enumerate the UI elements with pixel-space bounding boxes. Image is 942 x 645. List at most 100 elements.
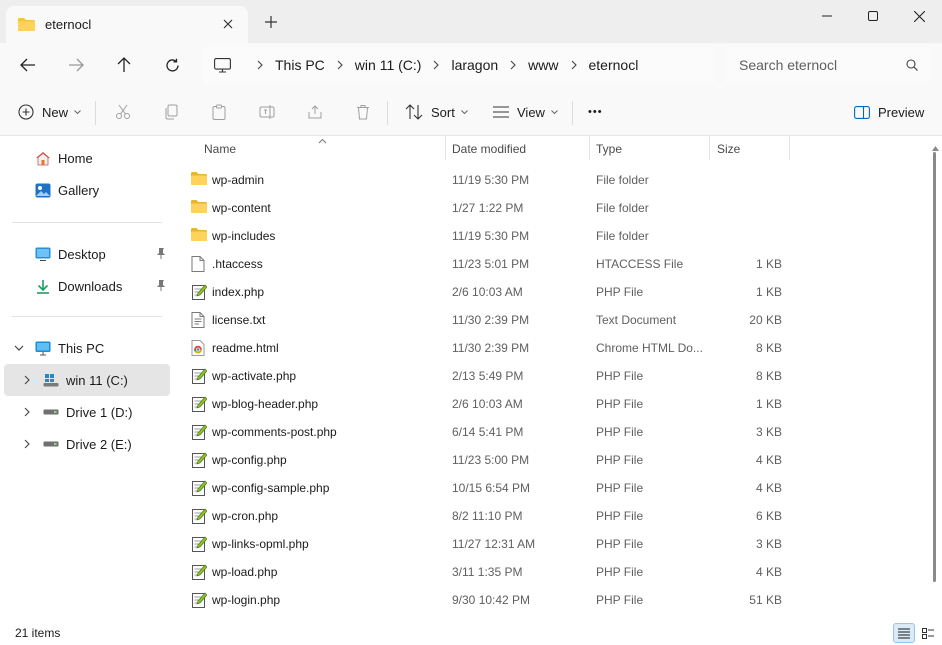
copy-icon[interactable] bbox=[163, 99, 179, 125]
breadcrumb-www[interactable]: www bbox=[528, 57, 558, 73]
file-date-modified: 9/30 10:42 PM bbox=[452, 593, 531, 607]
file-row[interactable]: license.txt 11/30 2:39 PM Text Document 20 … bbox=[186, 306, 786, 334]
sidebar-item-home[interactable]: Home bbox=[4, 142, 170, 174]
file-date-modified: 11/19 5:30 PM bbox=[452, 173, 530, 187]
file-name: readme.html bbox=[212, 341, 279, 355]
preview-pane-icon bbox=[854, 105, 870, 119]
refresh-icon[interactable] bbox=[160, 54, 184, 76]
chevron-right-icon[interactable] bbox=[20, 437, 34, 451]
file-row[interactable]: wp-login.php 9/30 10:42 PM PHP File 51 KB bbox=[186, 586, 786, 614]
file-row[interactable]: wp-includes 11/19 5:30 PM File folder bbox=[186, 222, 786, 250]
file-size: 4 KB bbox=[755, 481, 782, 495]
breadcrumb-eternocl[interactable]: eternocl bbox=[589, 57, 639, 73]
address-bar[interactable]: This PC win 11 (C:) laragon www eternocl bbox=[202, 47, 716, 83]
sidebar-item-gallery[interactable]: Gallery bbox=[4, 174, 170, 206]
file-row[interactable]: wp-links-opml.php 11/27 12:31 AM PHP File 3… bbox=[186, 530, 786, 558]
drive-icon bbox=[42, 436, 60, 452]
sidebar-item-win11-drive[interactable]: win 11 (C:) bbox=[4, 364, 170, 396]
file-row[interactable]: wp-cron.php 8/2 11:10 PM PHP File 6 KB bbox=[186, 502, 786, 530]
file-row[interactable]: wp-config.php 11/23 5:00 PM PHP File 4 KB bbox=[186, 446, 786, 474]
sidebar-item-this-pc[interactable]: This PC bbox=[4, 332, 170, 364]
file-date-modified: 2/6 10:03 AM bbox=[452, 397, 523, 411]
file-row[interactable]: wp-comments-post.php 6/14 5:41 PM PHP File… bbox=[186, 418, 786, 446]
file-row[interactable]: readme.html 11/30 2:39 PM Chrome HTML Do..… bbox=[186, 334, 786, 362]
column-divider[interactable] bbox=[589, 136, 590, 160]
sidebar-item-label: Downloads bbox=[58, 278, 123, 294]
sort-button[interactable]: Sort bbox=[405, 99, 468, 125]
php-file-icon bbox=[191, 284, 208, 300]
column-header-size[interactable]: Size bbox=[717, 142, 740, 156]
pin-icon[interactable] bbox=[156, 247, 166, 262]
breadcrumb-laragon[interactable]: laragon bbox=[451, 57, 498, 73]
file-size: 51 KB bbox=[749, 593, 782, 607]
column-divider[interactable] bbox=[445, 136, 446, 160]
breadcrumb-this-pc[interactable]: This PC bbox=[275, 57, 325, 73]
column-divider[interactable] bbox=[789, 136, 790, 160]
file-row[interactable]: wp-load.php 3/11 1:35 PM PHP File 4 KB bbox=[186, 558, 786, 586]
sidebar-item-desktop[interactable]: Desktop bbox=[4, 238, 170, 270]
delete-icon[interactable] bbox=[355, 99, 371, 125]
sidebar-item-drive-e[interactable]: Drive 2 (E:) bbox=[4, 428, 170, 460]
column-header-row: Name Date modified Type Size bbox=[172, 136, 930, 164]
file-date-modified: 11/19 5:30 PM bbox=[452, 229, 530, 243]
column-header-date[interactable]: Date modified bbox=[452, 142, 526, 156]
search-input[interactable]: Search eternocl bbox=[724, 47, 930, 83]
file-date-modified: 11/23 5:01 PM bbox=[452, 257, 530, 271]
breadcrumb-win11[interactable]: win 11 (C:) bbox=[355, 57, 422, 73]
file-type: HTACCESS File bbox=[596, 257, 684, 271]
column-divider[interactable] bbox=[709, 136, 710, 160]
file-row[interactable]: .htaccess 11/23 5:01 PM HTACCESS File 1 KB bbox=[186, 250, 786, 278]
chevron-down-icon[interactable] bbox=[12, 341, 26, 355]
preview-button[interactable]: Preview bbox=[854, 99, 924, 125]
divider bbox=[572, 101, 573, 125]
file-name: .htaccess bbox=[212, 257, 263, 271]
view-button[interactable]: View bbox=[493, 99, 558, 125]
breadcrumb-separator-icon bbox=[245, 60, 275, 70]
maximize-icon[interactable] bbox=[850, 0, 896, 32]
forward-arrow-icon[interactable] bbox=[64, 54, 88, 76]
sort-ascending-icon bbox=[318, 136, 327, 147]
file-name: wp-activate.php bbox=[212, 369, 297, 383]
more-options-icon[interactable]: ••• bbox=[588, 99, 603, 125]
file-type: PHP File bbox=[596, 537, 644, 551]
close-window-icon[interactable] bbox=[896, 0, 942, 32]
file-row[interactable]: wp-blog-header.php 2/6 10:03 AM PHP File 1 … bbox=[186, 390, 786, 418]
file-row[interactable]: wp-config-sample.php 10/15 6:54 PM PHP Fil… bbox=[186, 474, 786, 502]
column-header-name[interactable]: Name bbox=[204, 142, 236, 156]
vertical-scrollbar[interactable] bbox=[930, 136, 942, 620]
sidebar-item-downloads[interactable]: Downloads bbox=[4, 270, 170, 302]
scrollbar-thumb[interactable] bbox=[933, 152, 936, 582]
rename-icon[interactable] bbox=[259, 99, 275, 125]
chevron-right-icon[interactable] bbox=[20, 405, 34, 419]
up-arrow-icon[interactable] bbox=[112, 54, 136, 76]
file-type: File folder bbox=[596, 201, 649, 215]
command-bar: New Sort View ••• Preview bbox=[0, 87, 942, 136]
php-file-icon bbox=[191, 452, 208, 468]
file-row[interactable]: wp-admin 11/19 5:30 PM File folder bbox=[186, 166, 786, 194]
file-row[interactable]: index.php 2/6 10:03 AM PHP File 1 KB bbox=[186, 278, 786, 306]
pin-icon[interactable] bbox=[156, 279, 166, 294]
tiles-view-icon[interactable] bbox=[917, 623, 939, 643]
column-header-type[interactable]: Type bbox=[596, 142, 622, 156]
back-arrow-icon[interactable] bbox=[16, 54, 40, 76]
share-icon[interactable] bbox=[307, 99, 323, 125]
sidebar-item-label: Drive 2 (E:) bbox=[66, 436, 132, 452]
file-date-modified: 8/2 11:10 PM bbox=[452, 509, 523, 523]
details-view-icon[interactable] bbox=[893, 623, 915, 643]
minimize-icon[interactable] bbox=[804, 0, 850, 32]
home-icon bbox=[34, 150, 52, 166]
sidebar-item-drive-d[interactable]: Drive 1 (D:) bbox=[4, 396, 170, 428]
tab-eternocl[interactable]: eternocl bbox=[6, 6, 248, 43]
close-tab-icon[interactable] bbox=[220, 16, 236, 32]
file-date-modified: 11/23 5:00 PM bbox=[452, 453, 530, 467]
new-button[interactable]: New bbox=[18, 99, 81, 125]
file-type: PHP File bbox=[596, 481, 644, 495]
new-tab-icon[interactable] bbox=[262, 13, 280, 31]
file-type: PHP File bbox=[596, 397, 644, 411]
file-row[interactable]: wp-activate.php 2/13 5:49 PM PHP File 8 KB bbox=[186, 362, 786, 390]
file-row[interactable]: wp-content 1/27 1:22 PM File folder bbox=[186, 194, 786, 222]
view-list-icon bbox=[493, 106, 509, 118]
cut-icon[interactable] bbox=[115, 99, 131, 125]
paste-icon[interactable] bbox=[211, 99, 227, 125]
chevron-right-icon[interactable] bbox=[20, 373, 34, 387]
